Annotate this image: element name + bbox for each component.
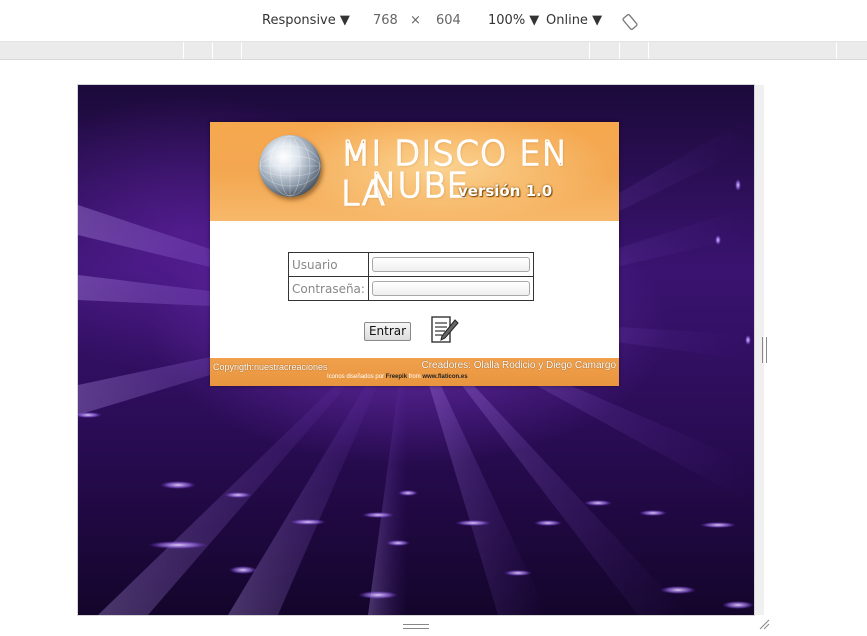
dimension-separator: × xyxy=(410,13,421,28)
login-panel: MI DISCO EN LA NUBE versión 1.0 Usuario … xyxy=(210,122,619,386)
creators-text: Creadores: Olalla Rodicio y Diego Camarg… xyxy=(421,360,616,371)
password-row: Contraseña: xyxy=(288,276,534,301)
disco-ball-facets xyxy=(259,135,321,197)
devtools-toolbar: Responsive ▼ 768 × 604 100% ▼ Online ▼ xyxy=(0,0,867,42)
device-select[interactable]: Responsive ▼ xyxy=(262,13,350,28)
credits-site-link[interactable]: www.flaticon.es xyxy=(422,374,467,380)
media-query-ruler[interactable] xyxy=(0,42,867,60)
resize-corner-icon[interactable] xyxy=(758,618,770,630)
credits-author-link[interactable]: Freepik xyxy=(386,374,407,380)
login-form: Usuario Contraseña: xyxy=(288,252,534,301)
network-throttle-select[interactable]: Online ▼ xyxy=(546,13,602,28)
username-row: Usuario xyxy=(288,252,534,277)
zoom-select[interactable]: 100% ▼ xyxy=(488,13,539,28)
app-title-line2: NUBE xyxy=(370,165,470,207)
header-banner: MI DISCO EN LA NUBE versión 1.0 xyxy=(210,122,619,221)
viewport-height-input[interactable]: 604 xyxy=(436,13,461,28)
credits-prefix: Iconos diseñados por xyxy=(327,374,385,380)
version-label: versión 1.0 xyxy=(458,182,553,200)
viewport-width-input[interactable]: 768 xyxy=(373,13,398,28)
copyright-text: Copyrigth:nuestracreaciones xyxy=(213,362,328,372)
resize-handle-right[interactable] xyxy=(762,337,767,363)
rotate-icon[interactable] xyxy=(621,13,639,31)
entrar-button[interactable]: Entrar xyxy=(364,322,411,341)
icon-credits: Iconos diseñados por Freepik from www.fl… xyxy=(327,374,468,380)
resize-handle-bottom[interactable] xyxy=(403,624,429,629)
password-input[interactable] xyxy=(371,281,530,296)
credits-middle: from xyxy=(408,374,421,380)
password-label: Contraseña: xyxy=(288,276,369,301)
username-label: Usuario xyxy=(288,252,369,277)
username-input[interactable] xyxy=(371,257,530,272)
register-document-icon[interactable] xyxy=(429,314,459,346)
